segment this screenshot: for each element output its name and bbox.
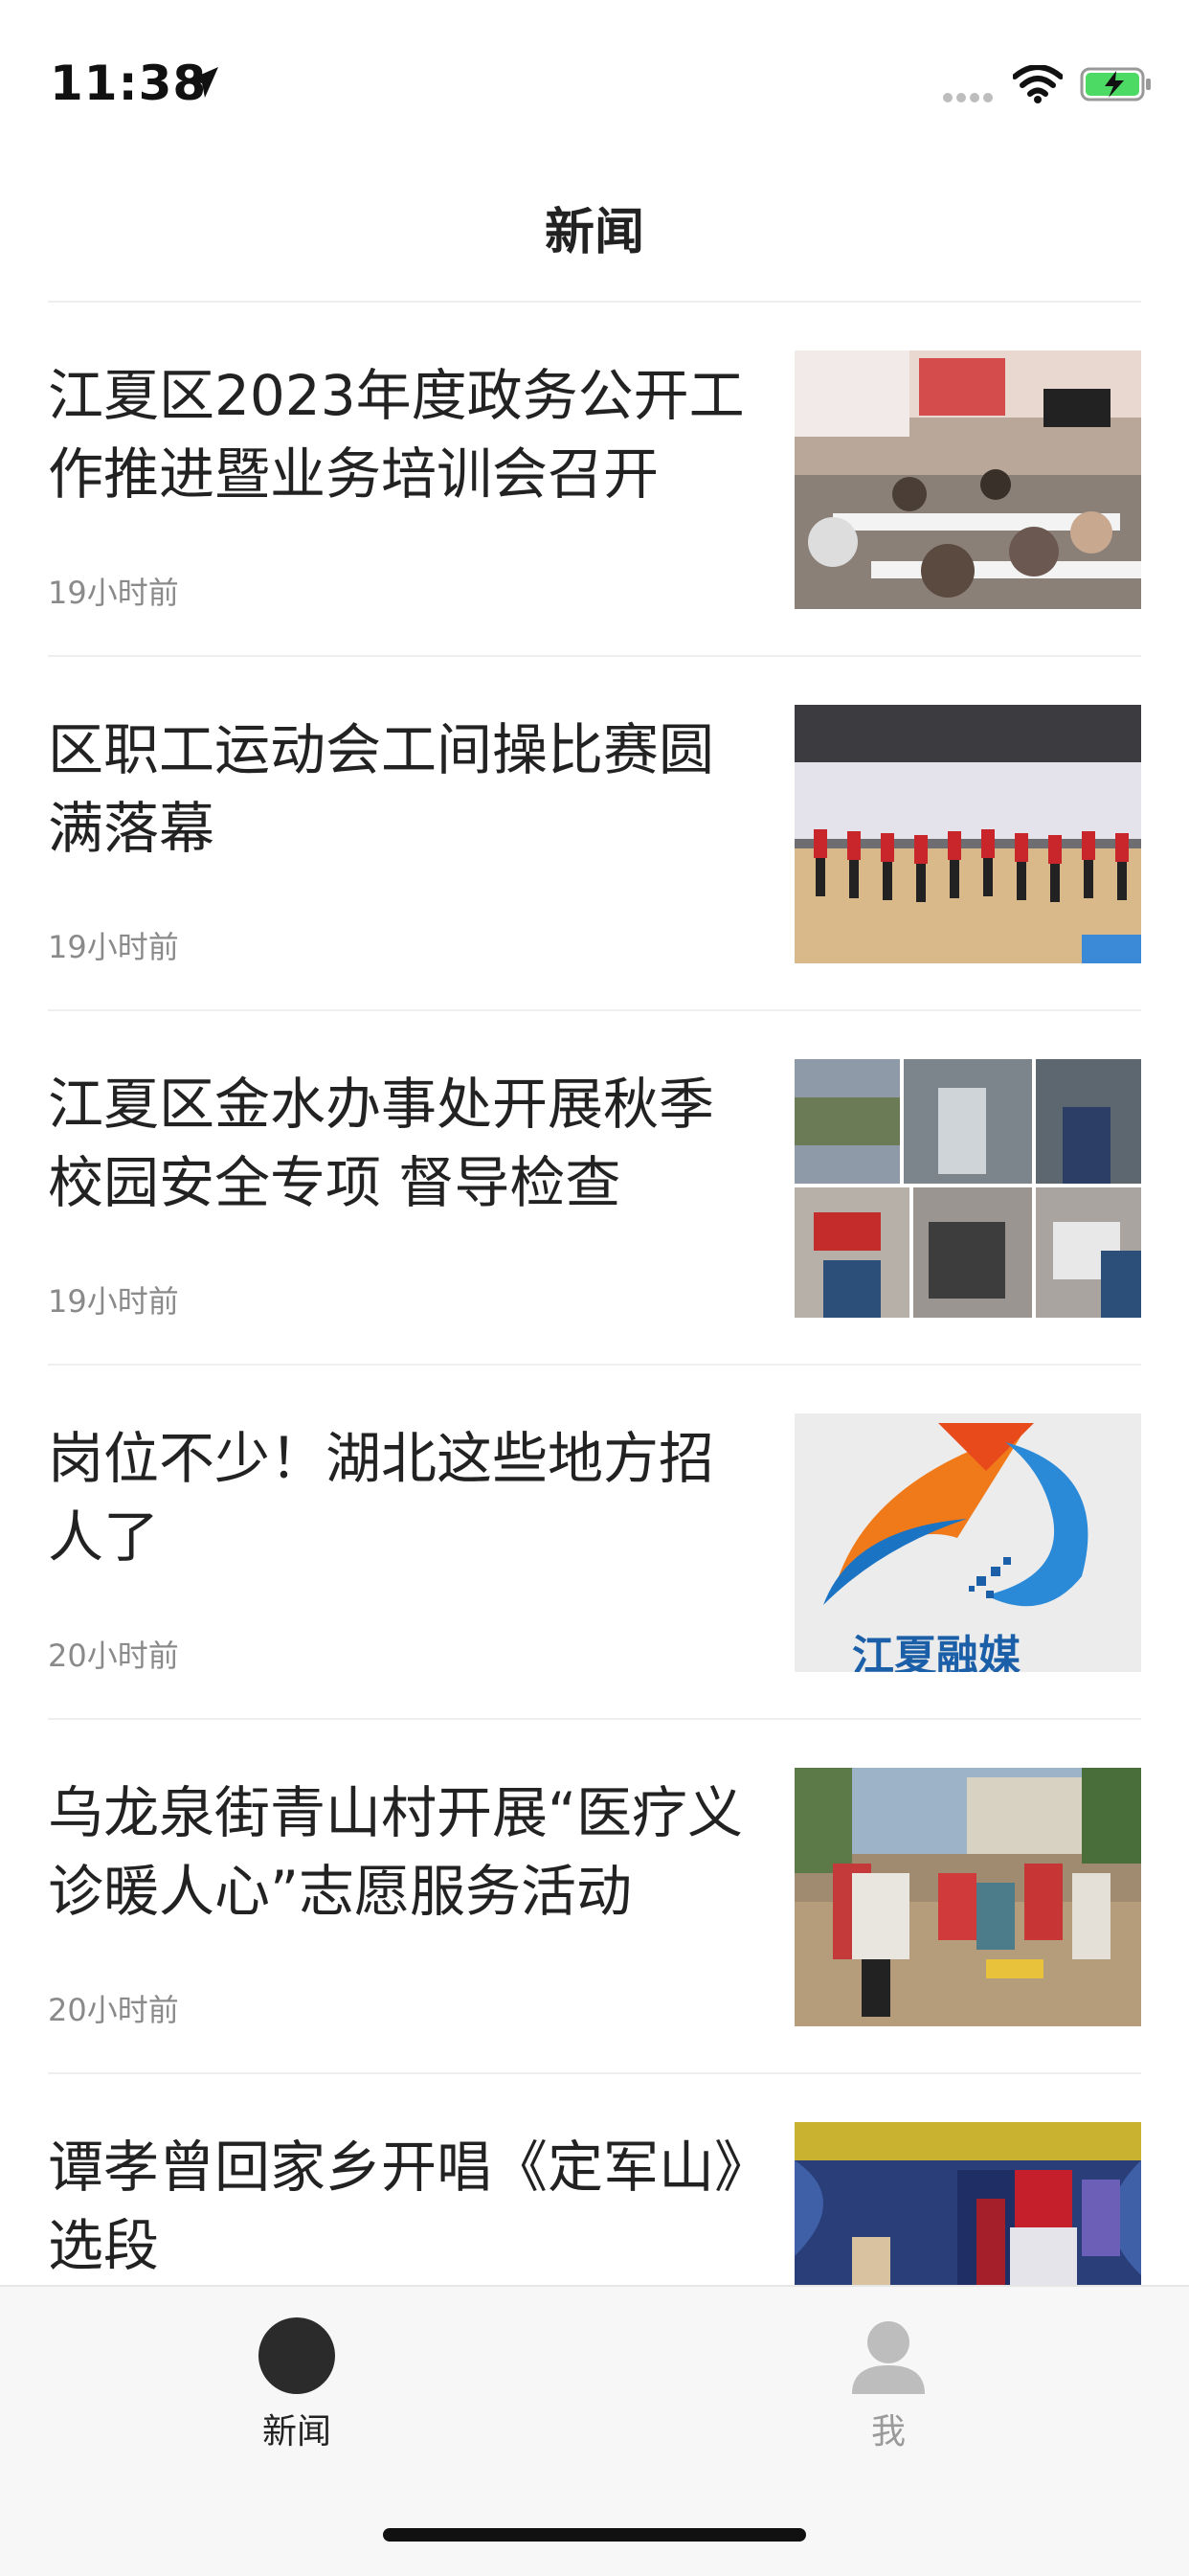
news-time: 19小时前 bbox=[48, 575, 179, 611]
news-item[interactable]: 岗位不少！湖北这些地方招人了 20小时前 江夏融媒 bbox=[0, 1366, 1189, 1720]
battery-charging-icon bbox=[1080, 67, 1151, 102]
signal-icon bbox=[943, 93, 993, 102]
news-thumbnail[interactable] bbox=[795, 350, 1141, 609]
tab-me[interactable]: 我 bbox=[793, 2316, 984, 2453]
tab-label: 新闻 bbox=[261, 2412, 331, 2452]
news-time: 19小时前 bbox=[48, 1283, 179, 1320]
logo-text: 江夏融媒 bbox=[852, 1632, 1021, 1672]
news-time: 20小时前 bbox=[48, 1638, 179, 1674]
news-title: 乌龙泉街青山村开展“医疗义诊暖人心”志愿服务活动 bbox=[48, 1780, 744, 1924]
news-thumbnail[interactable] bbox=[795, 705, 1141, 963]
news-title: 区职工运动会工间操比赛圆满落幕 bbox=[48, 717, 715, 861]
wifi-icon bbox=[1013, 65, 1063, 103]
news-title: 岗位不少！湖北这些地方招人了 bbox=[48, 1426, 715, 1570]
news-item[interactable]: 江夏区2023年度政务公开工作推进暨业务培训会召开 19小时前 bbox=[0, 303, 1189, 657]
news-time: 19小时前 bbox=[48, 929, 179, 965]
news-title: 江夏区2023年度政务公开工作推进暨业务培训会召开 bbox=[48, 363, 745, 507]
tab-news[interactable]: 新闻 bbox=[201, 2316, 393, 2453]
news-title: 江夏区金水办事处开展秋季校园安全专项 督导检查 bbox=[48, 1072, 715, 1215]
jiangxia-media-logo[interactable]: 江夏融媒 bbox=[795, 1413, 1141, 1672]
location-arrow-icon bbox=[188, 67, 218, 98]
news-title: 谭孝曾回家乡开唱《定军山》选段 bbox=[48, 2135, 743, 2278]
home-indicator[interactable] bbox=[383, 2528, 806, 2542]
news-circle-icon bbox=[258, 2317, 335, 2394]
page-title: 新闻 bbox=[544, 204, 644, 261]
news-item[interactable]: 区职工运动会工间操比赛圆满落幕 19小时前 bbox=[0, 657, 1189, 1011]
news-item[interactable]: 江夏区金水办事处开展秋季校园安全专项 督导检查 19小时前 bbox=[0, 1011, 1189, 1366]
news-list[interactable]: 江夏区2023年度政务公开工作推进暨业务培训会召开 19小时前 区职工运动会工间… bbox=[0, 303, 1189, 2285]
user-icon bbox=[852, 2321, 925, 2394]
status-bar: 11:38 bbox=[0, 0, 1189, 144]
news-thumbnail[interactable] bbox=[795, 2122, 1141, 2285]
news-item[interactable]: 乌龙泉街青山村开展“医疗义诊暖人心”志愿服务活动 20小时前 bbox=[0, 1720, 1189, 2074]
news-time: 20小时前 bbox=[48, 1992, 179, 2028]
tab-label: 我 bbox=[870, 2412, 906, 2452]
news-item[interactable]: 谭孝曾回家乡开唱《定军山》选段 bbox=[0, 2074, 1189, 2285]
news-thumbnail[interactable] bbox=[795, 1768, 1141, 2026]
news-thumbnail[interactable] bbox=[795, 1059, 1141, 1318]
